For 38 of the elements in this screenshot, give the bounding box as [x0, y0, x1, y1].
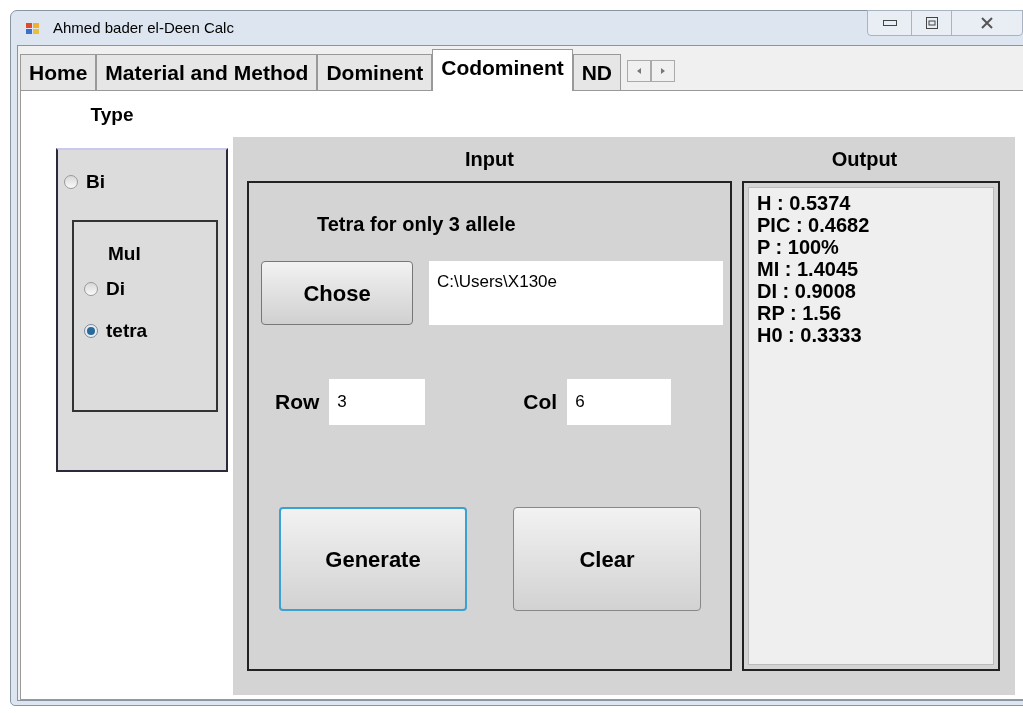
row-field[interactable]: 3	[329, 379, 426, 425]
radio-label: tetra	[106, 319, 148, 343]
minimize-icon	[882, 20, 897, 26]
action-button[interactable]: Clear	[513, 507, 701, 611]
output-line: PIC : 0.4682	[757, 214, 871, 236]
output-line: P : 100%	[757, 236, 840, 258]
path-field[interactable]: C:\Users\X130e	[429, 261, 723, 325]
chose-button[interactable]: Chose	[261, 261, 413, 325]
radio-label: Di	[106, 276, 125, 301]
col-label: Col	[523, 389, 558, 416]
maximize-icon	[925, 17, 938, 29]
tab[interactable]: Material and Method	[96, 54, 318, 90]
tab[interactable]: ND	[572, 54, 622, 90]
left-arrow-icon	[637, 68, 642, 74]
type-title: Type	[90, 103, 134, 127]
radio-label: Bi	[86, 169, 105, 194]
row-label: Row	[275, 389, 320, 416]
output-line: MI : 1.4045	[757, 258, 860, 280]
output-line: H : 0.5374	[757, 192, 852, 214]
output-line: DI : 0.9008	[757, 280, 857, 302]
window-title: Ahmed bader el-Deen Calc	[53, 17, 234, 38]
radio-button[interactable]	[64, 174, 78, 189]
tab[interactable]: Codominent	[432, 49, 573, 91]
output-line: RP : 1.56	[757, 302, 843, 324]
output-title: Output	[830, 147, 899, 172]
output-line: H0 : 0.3333	[757, 324, 863, 346]
action-button[interactable]: Generate	[279, 507, 467, 611]
radio-button[interactable]	[84, 324, 98, 339]
col-field[interactable]: 6	[567, 379, 672, 425]
radio-button[interactable]	[84, 281, 98, 296]
input-title: Input	[464, 147, 515, 172]
tab[interactable]: Dominent	[317, 54, 433, 90]
input-heading: Tetra for only 3 allele	[317, 212, 517, 237]
right-arrow-icon	[661, 68, 666, 74]
tab[interactable]: Home	[20, 54, 97, 90]
close-icon	[980, 17, 994, 29]
mul-title: Mul	[108, 242, 142, 266]
app-icon	[25, 20, 41, 36]
